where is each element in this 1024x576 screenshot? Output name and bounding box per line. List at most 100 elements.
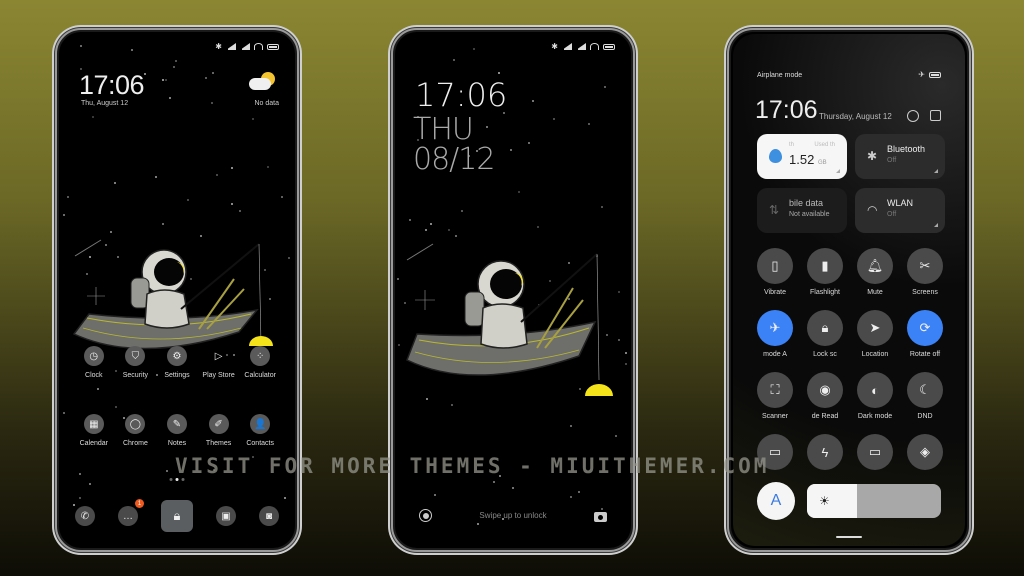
toggle-label: Rotate off xyxy=(909,351,941,358)
star xyxy=(79,473,82,476)
star xyxy=(186,199,189,202)
app-play-store[interactable]: ▷ Play Store xyxy=(198,346,240,380)
star xyxy=(174,60,177,63)
toggle-mi-share[interactable]: ◈ xyxy=(899,434,951,475)
toggle-lock[interactable]: 🔒︎ Lock sc xyxy=(799,310,851,358)
camera-icon[interactable]: ◙ xyxy=(259,506,279,526)
app-settings[interactable]: ⚙ Settings xyxy=(156,346,198,379)
app-themes[interactable]: ✐ Themes xyxy=(198,414,240,447)
auto-brightness-button[interactable]: A xyxy=(757,482,795,520)
star xyxy=(79,44,82,47)
wifi-icon xyxy=(254,43,263,50)
cc-time: 17:06 xyxy=(755,96,818,124)
data-used-unit: GB xyxy=(817,160,827,166)
toggle-label: Mute xyxy=(867,289,883,296)
mobile-data-icon: ⇅ xyxy=(769,203,780,217)
wlan-tile[interactable]: ◠ WLAN Off xyxy=(855,188,945,233)
lock-time: 17:06 xyxy=(415,76,508,114)
toggle-scanner[interactable]: ⛶ Scanner xyxy=(749,372,801,420)
phone-icon[interactable]: ✆ xyxy=(75,506,95,526)
page-indicator[interactable] xyxy=(169,478,185,481)
vibrate-icon: ▯ xyxy=(757,248,793,284)
toggle-label: Screens xyxy=(912,289,938,296)
star xyxy=(510,148,513,151)
messages-icon[interactable]: … 1 xyxy=(118,499,144,526)
toggle-label: Location xyxy=(861,351,889,358)
eye-icon: ◉ xyxy=(807,372,843,408)
lock-icon[interactable]: 🔒︎ xyxy=(161,500,193,532)
toggle-moon[interactable]: ☾ DND xyxy=(899,372,951,420)
gallery-icon[interactable]: ▣ xyxy=(216,506,236,526)
settings-gear-icon[interactable] xyxy=(907,110,919,122)
app-calculator[interactable]: ⁘ Calculator xyxy=(239,346,281,379)
partly-cloudy-icon[interactable] xyxy=(249,72,277,94)
toggle-eye[interactable]: ◉ de Read xyxy=(799,372,851,420)
status-label: Airplane mode xyxy=(757,72,803,79)
app-contacts[interactable]: 👤 Contacts xyxy=(239,414,281,447)
app-chrome[interactable]: ◯ Chrome xyxy=(115,414,157,447)
star xyxy=(66,195,69,198)
star xyxy=(79,497,82,500)
play-store-icon: ▷ xyxy=(214,350,223,362)
toggle-flashlight[interactable]: ▮ Flashlight xyxy=(799,248,851,296)
brightness-slider[interactable]: ☀ xyxy=(807,484,941,518)
toggle-label: Dark mode xyxy=(857,413,893,420)
toggle-screenshot[interactable]: ✂ Screens xyxy=(899,248,951,296)
clock-widget-time[interactable]: 17:06 xyxy=(79,70,145,101)
calendar-icon: ▦ xyxy=(83,414,104,434)
gear-icon: ⚙ xyxy=(166,346,187,366)
app-calendar[interactable]: ▦ Calendar xyxy=(73,414,115,447)
star xyxy=(429,222,432,225)
star xyxy=(168,96,171,99)
star xyxy=(130,48,133,51)
tile-status: Not available xyxy=(789,211,830,218)
star xyxy=(397,343,400,346)
tile-title: WLAN xyxy=(887,198,914,208)
tile-status: Off xyxy=(887,157,897,164)
lock-icon: 🔒︎ xyxy=(807,310,843,346)
location-icon: ➤ xyxy=(857,310,893,346)
toggle-bell[interactable]: 🔔︎ Mute xyxy=(849,248,901,296)
expand-corner-icon xyxy=(934,223,938,227)
data-usage-icon xyxy=(769,149,782,163)
toggle-airplane[interactable]: ✈ mode A xyxy=(749,310,801,358)
star xyxy=(173,66,176,69)
battery-icon xyxy=(929,71,941,78)
star xyxy=(604,86,607,89)
status-bar: ✱ xyxy=(215,42,279,51)
edit-icon[interactable] xyxy=(930,110,941,121)
status-bar: ✈ xyxy=(918,70,941,79)
app-notes[interactable]: ✎ Notes xyxy=(156,414,198,447)
tile-title: bile data xyxy=(789,198,824,208)
toggle-lightning[interactable]: ϟ xyxy=(799,434,851,475)
cast-icon: ▭ xyxy=(857,434,893,470)
toggle-dark-mode[interactable]: ◐ Dark mode xyxy=(849,372,901,420)
mobile-data-tile[interactable]: ⇅ bile data Not available xyxy=(757,188,847,233)
star xyxy=(486,125,489,128)
toggle-label: Scanner xyxy=(761,413,789,420)
star xyxy=(552,118,555,121)
star xyxy=(215,174,218,177)
status-bar: ✱ xyxy=(551,42,615,51)
app-security[interactable]: ⛉ Security xyxy=(115,346,157,379)
app-clock[interactable]: ◷ Clock xyxy=(73,346,115,379)
data-usage-tile[interactable]: th Used th 1.52 GB xyxy=(757,134,847,179)
gesture-handle[interactable] xyxy=(836,536,862,538)
signal-icon xyxy=(240,43,250,50)
weather-text: No data xyxy=(254,100,279,107)
bluetooth-icon: ✱ xyxy=(551,42,558,51)
camera-icon[interactable] xyxy=(594,512,607,522)
bluetooth-icon: ✱ xyxy=(867,149,878,163)
star xyxy=(473,47,476,50)
toggle-cast[interactable]: ▭ xyxy=(849,434,901,475)
bluetooth-tile[interactable]: ✱ Bluetooth Off xyxy=(855,134,945,179)
toggle-location[interactable]: ➤ Location xyxy=(849,310,901,358)
toggle-label: DND xyxy=(917,413,933,420)
toggle-vibrate[interactable]: ▯ Vibrate xyxy=(749,248,801,296)
star xyxy=(511,487,514,490)
lock-date: 08/12 xyxy=(413,142,495,177)
star xyxy=(252,118,255,121)
star xyxy=(518,191,521,194)
toggle-rotate-lock[interactable]: ⟳ Rotate off xyxy=(899,310,951,358)
dark-mode-icon: ◐ xyxy=(857,372,893,408)
